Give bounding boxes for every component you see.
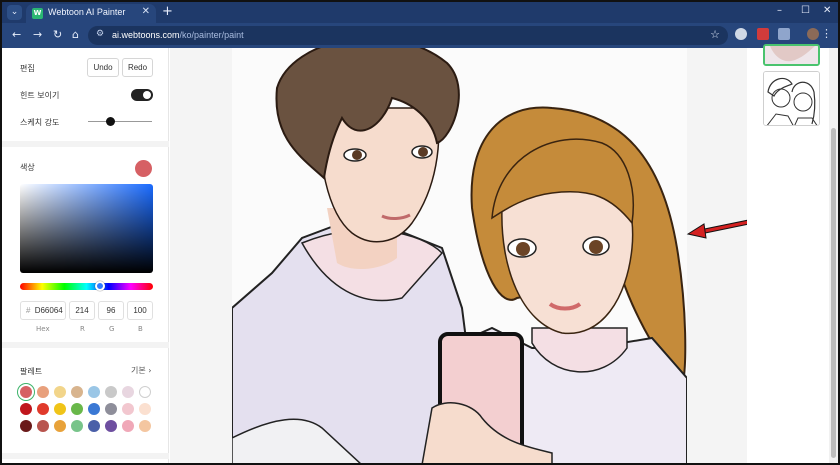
tab-close-icon[interactable]: ✕ (142, 6, 150, 17)
scrollbar-thumb[interactable] (831, 128, 836, 458)
hex-value: D66064 (34, 306, 63, 315)
r-caption: R (80, 325, 85, 333)
tab-title: Webtoon AI Painter (48, 7, 126, 17)
sketch-strength-track[interactable] (88, 121, 152, 122)
palette-swatch[interactable] (105, 386, 117, 398)
address-bar[interactable]: ⚙ ai.webtoons.com/ko/painter/paint ☆ (88, 26, 728, 45)
palette-swatch[interactable] (139, 386, 151, 398)
palette-swatch[interactable] (54, 420, 66, 432)
palette-mode-link[interactable]: 기본 › (131, 365, 151, 376)
edit-label: 편집 (20, 64, 35, 73)
hint-label: 힌트 보이기 (20, 91, 60, 100)
b-caption: B (138, 325, 143, 333)
palette-swatch[interactable] (20, 403, 32, 415)
palette-swatch[interactable] (88, 420, 100, 432)
undo-button[interactable]: Undo (87, 58, 119, 77)
maximize-icon[interactable]: ☐ (801, 5, 810, 16)
g-caption: G (109, 325, 115, 333)
palette-swatch[interactable] (54, 403, 66, 415)
site-info-icon[interactable]: ⚙ (96, 29, 104, 39)
sketch-strength-label: 스케치 강도 (20, 118, 60, 127)
toggle-knob (143, 91, 151, 99)
minimize-icon[interactable]: – (777, 5, 782, 16)
palette-swatch[interactable] (105, 420, 117, 432)
tool-panel: 편집 Undo Redo 힌트 보이기 스케치 강도 색상 # D66064 2… (2, 48, 169, 463)
palette-swatch[interactable] (37, 386, 49, 398)
bookmark-star-icon[interactable]: ☆ (710, 28, 720, 41)
browser-tab[interactable]: W Webtoon AI Painter ✕ (26, 4, 156, 23)
hash-prefix: # (26, 306, 31, 315)
screenshot-frame: ⌄ W Webtoon AI Painter ✕ + – ☐ ✕ ← → ↻ ⌂… (0, 0, 840, 465)
palette-swatch[interactable] (37, 420, 49, 432)
thumbnail-scrollbar[interactable] (829, 48, 838, 463)
extensions-puzzle-icon[interactable] (778, 28, 790, 40)
b-input[interactable]: 100 (127, 301, 153, 320)
g-input[interactable]: 96 (98, 301, 124, 320)
hue-slider[interactable] (20, 283, 153, 290)
result-thumbnails (747, 44, 838, 463)
palette-swatch[interactable] (122, 386, 134, 398)
section-divider (2, 141, 169, 147)
palette-swatch[interactable] (20, 420, 32, 432)
hue-slider-handle[interactable] (95, 281, 105, 291)
hint-toggle[interactable] (131, 89, 153, 101)
forward-icon[interactable]: → (33, 28, 42, 41)
close-window-icon[interactable]: ✕ (823, 5, 831, 16)
reload-icon[interactable]: ↻ (53, 28, 62, 41)
webtoon-illustration (232, 48, 687, 463)
palette-swatch[interactable] (105, 403, 117, 415)
thumbnail-selected[interactable] (763, 44, 820, 66)
redo-button[interactable]: Redo (122, 58, 153, 77)
profile-avatar[interactable] (807, 28, 819, 40)
current-color-swatch[interactable] (135, 160, 152, 177)
thumbnail-sketch[interactable] (763, 71, 820, 126)
palette-label: 팔레트 (20, 367, 43, 376)
tab-search-button[interactable]: ⌄ (7, 5, 22, 20)
browser-menu-icon[interactable]: ⋮ (821, 27, 832, 40)
browser-toolbar: ← → ↻ ⌂ ⚙ ai.webtoons.com/ko/painter/pai… (2, 23, 838, 48)
sketch-strength-handle[interactable] (106, 117, 115, 126)
hex-caption: Hex (36, 325, 50, 333)
extension-circle-icon[interactable] (735, 28, 747, 40)
browser-tab-bar: ⌄ W Webtoon AI Painter ✕ + – ☐ ✕ (2, 2, 838, 23)
color-picker-area[interactable] (20, 184, 153, 273)
palette-swatch[interactable] (122, 420, 134, 432)
hex-input[interactable]: # D66064 (20, 301, 66, 320)
palette-swatch[interactable] (71, 403, 83, 415)
palette-swatch[interactable] (139, 420, 151, 432)
palette-swatch[interactable] (88, 386, 100, 398)
palette-swatch[interactable] (71, 420, 83, 432)
palette-swatch[interactable] (71, 386, 83, 398)
webtoon-favicon-icon: W (32, 8, 43, 19)
url-text: ai.webtoons.com/ko/painter/paint (112, 30, 244, 40)
palette-swatch[interactable] (54, 386, 66, 398)
section-divider (2, 342, 169, 348)
palette-swatch[interactable] (139, 403, 151, 415)
palette-swatch[interactable] (88, 403, 100, 415)
extension-red-icon[interactable] (757, 28, 769, 40)
r-input[interactable]: 214 (69, 301, 95, 320)
section-divider (2, 453, 169, 459)
palette-swatch[interactable] (20, 386, 32, 398)
drawing-canvas[interactable] (232, 48, 687, 463)
color-label: 색상 (20, 163, 35, 172)
new-tab-icon[interactable]: + (162, 4, 173, 19)
palette-swatch[interactable] (37, 403, 49, 415)
back-icon[interactable]: ← (12, 28, 21, 41)
palette-swatch[interactable] (122, 403, 134, 415)
home-icon[interactable]: ⌂ (72, 28, 79, 41)
